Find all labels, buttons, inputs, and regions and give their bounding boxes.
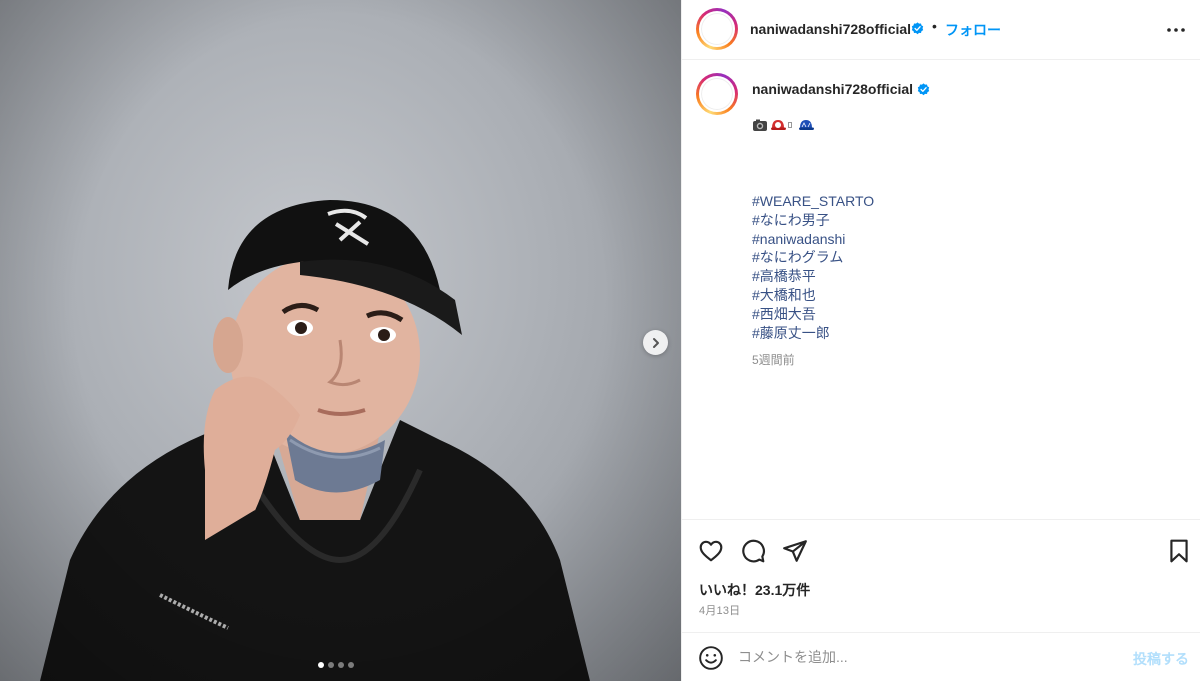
avatar[interactable] bbox=[696, 8, 738, 50]
hashtag-list: #WEARE_STARTO #なにわ男子 #naniwadanshi #なにわグ… bbox=[752, 192, 874, 342]
post-date[interactable]: 4月13日 bbox=[699, 602, 740, 618]
carousel-dot bbox=[348, 662, 354, 668]
post-actions: いいね！23.1万件 4月13日 bbox=[682, 519, 1200, 632]
comment-icon[interactable] bbox=[740, 538, 766, 564]
blue-cap-emoji-icon bbox=[799, 120, 814, 130]
comment-input[interactable] bbox=[738, 646, 1118, 668]
camera-emoji-icon bbox=[753, 119, 767, 131]
carousel-dot bbox=[318, 662, 324, 668]
carousel-next-button[interactable] bbox=[643, 330, 668, 355]
post-header: naniwadanshi728official • フォロー bbox=[682, 0, 1200, 60]
caption-avatar[interactable] bbox=[696, 73, 738, 115]
share-icon[interactable] bbox=[782, 538, 808, 564]
missing-glyph-icon bbox=[788, 122, 792, 128]
carousel-dot bbox=[328, 662, 334, 668]
post-media[interactable] bbox=[0, 0, 681, 681]
likes-number: 23.1万件 bbox=[755, 582, 811, 598]
caption-emoji-row bbox=[752, 117, 814, 133]
header-username[interactable]: naniwadanshi728official bbox=[750, 21, 911, 37]
photo-vignette bbox=[0, 0, 681, 681]
heart-icon[interactable] bbox=[698, 538, 724, 564]
hashtag-link[interactable]: #藤原丈一郎 bbox=[752, 324, 874, 343]
hashtag-link[interactable]: #WEARE_STARTO bbox=[752, 192, 874, 211]
caption-timestamp[interactable]: 5週間前 bbox=[752, 351, 795, 368]
likes-count[interactable]: いいね！23.1万件 bbox=[699, 580, 810, 600]
caption-username[interactable]: naniwadanshi728official bbox=[752, 81, 913, 97]
header-separator: • bbox=[932, 18, 937, 34]
caption-author: naniwadanshi728official bbox=[752, 81, 930, 99]
carousel-indicator bbox=[318, 662, 354, 668]
hashtag-link[interactable]: #大橋和也 bbox=[752, 286, 874, 305]
follow-button[interactable]: フォロー bbox=[945, 20, 1001, 40]
chevron-right-icon bbox=[652, 337, 659, 348]
comment-bar: 投稿する bbox=[682, 632, 1200, 681]
more-horizontal-icon[interactable] bbox=[1165, 22, 1187, 38]
hashtag-link[interactable]: #なにわ男子 bbox=[752, 211, 874, 230]
red-cap-emoji-icon bbox=[771, 120, 786, 130]
carousel-dot bbox=[338, 662, 344, 668]
bookmark-icon[interactable] bbox=[1166, 538, 1192, 564]
hashtag-link[interactable]: #naniwadanshi bbox=[752, 230, 874, 249]
verified-badge-icon bbox=[911, 22, 924, 35]
likes-label: いいね！ bbox=[699, 582, 755, 598]
hashtag-link[interactable]: #西畑大吾 bbox=[752, 305, 874, 324]
emoji-smile-icon[interactable] bbox=[698, 645, 724, 671]
hashtag-link[interactable]: #高橋恭平 bbox=[752, 267, 874, 286]
hashtag-link[interactable]: #なにわグラム bbox=[752, 248, 874, 267]
verified-badge-icon bbox=[917, 83, 930, 96]
post-comment-button[interactable]: 投稿する bbox=[1133, 649, 1189, 669]
post-side-panel: naniwadanshi728official • フォロー naniwadan… bbox=[681, 0, 1200, 681]
